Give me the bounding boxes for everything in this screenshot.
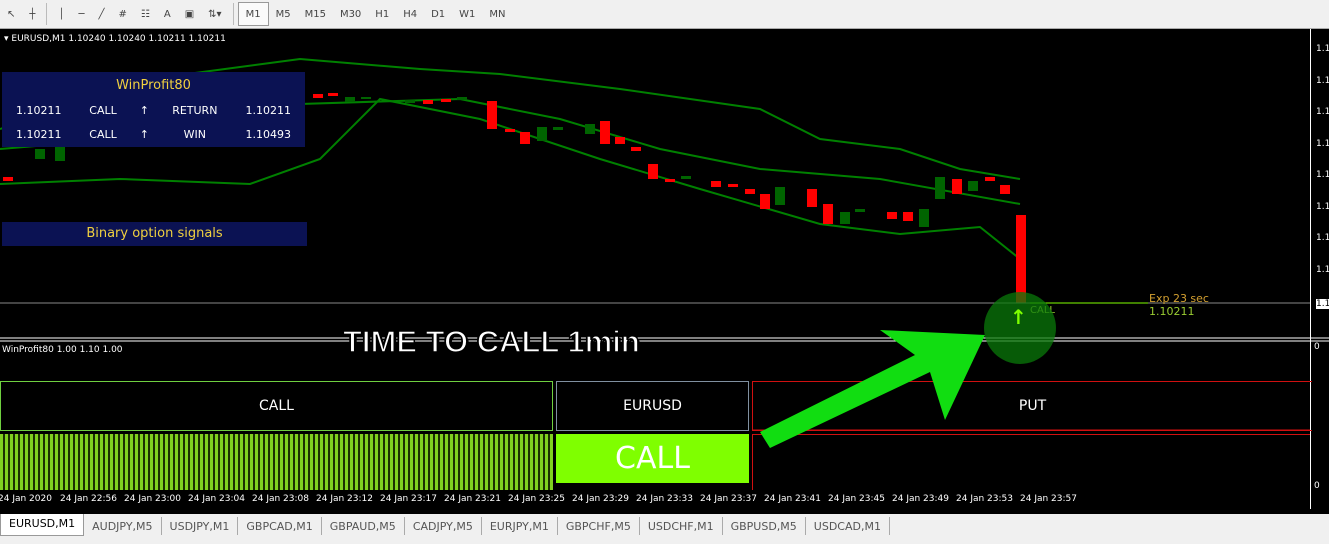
time-label: 24 Jan 23:00 xyxy=(124,494,181,504)
tab-gbpaud-m5[interactable]: GBPAUD,M5 xyxy=(322,517,405,535)
time-label: 24 Jan 23:41 xyxy=(764,494,821,504)
tab-gbpcad-m1[interactable]: GBPCAD,M1 xyxy=(238,517,322,535)
time-label: 24 Jan 23:21 xyxy=(444,494,501,504)
tab-gbpusd-m5[interactable]: GBPUSD,M5 xyxy=(723,517,806,535)
time-label: 24 Jan 23:08 xyxy=(252,494,309,504)
time-label: 24 Jan 23:53 xyxy=(956,494,1013,504)
time-label: 24 Jan 23:04 xyxy=(188,494,245,504)
pointer-arrow-icon xyxy=(760,330,985,448)
time-label: 24 Jan 23:17 xyxy=(380,494,437,504)
tab-usdjpy-m1[interactable]: USDJPY,M1 xyxy=(162,517,239,535)
time-label: 24 Jan 23:37 xyxy=(700,494,757,504)
tab-cadjpy-m5[interactable]: CADJPY,M5 xyxy=(405,517,482,535)
time-label: 24 Jan 22:56 xyxy=(60,494,117,504)
time-label: 24 Jan 23:33 xyxy=(636,494,693,504)
time-label: 24 Jan 23:25 xyxy=(508,494,565,504)
time-label: 24 Jan 23:45 xyxy=(828,494,885,504)
chart-tabs: EURUSD,M1 AUDJPY,M5 USDJPY,M1 GBPCAD,M1 GBPA… xyxy=(0,514,1329,544)
tab-eurusd-m1[interactable]: EURUSD,M1 xyxy=(0,514,85,536)
tab-usdchf-m1[interactable]: USDCHF,M1 xyxy=(640,517,723,535)
time-label: 24 Jan 2020 xyxy=(0,494,52,504)
call-arrow-icon: ↑ xyxy=(1010,305,1027,329)
time-label: 24 Jan 23:12 xyxy=(316,494,373,504)
time-label: 24 Jan 23:49 xyxy=(892,494,949,504)
tab-eurjpy-m1[interactable]: EURJPY,M1 xyxy=(482,517,558,535)
tab-audjpy-m5[interactable]: AUDJPY,M5 xyxy=(84,517,162,535)
tab-usdcad-m1[interactable]: USDCAD,M1 xyxy=(806,517,890,535)
tab-gbpchf-m5[interactable]: GBPCHF,M5 xyxy=(558,517,640,535)
time-label: 24 Jan 23:29 xyxy=(572,494,629,504)
time-label: 24 Jan 23:57 xyxy=(1020,494,1077,504)
overlay-arrow xyxy=(760,292,1056,448)
